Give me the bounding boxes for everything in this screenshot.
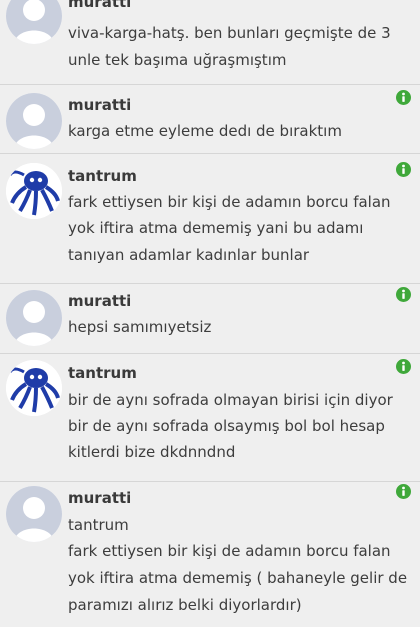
message-text: kitlerdi bize dkdnndnd: [68, 443, 236, 461]
info-icon[interactable]: [396, 484, 411, 499]
avatar[interactable]: [6, 163, 62, 219]
message-text: unle tek başıma uğraşmıştım: [68, 51, 287, 69]
octopus-avatar-icon: [6, 163, 62, 219]
post-item: muratti viva-karga-hatş. ben bunları geç…: [0, 0, 420, 85]
avatar[interactable]: [6, 93, 62, 149]
message-text: paramızı alırız belki diyorlardır): [68, 596, 302, 614]
username[interactable]: muratti: [68, 96, 131, 114]
post-item: muratti karga etme eyleme dedı de bırakt…: [0, 85, 420, 154]
message-text: yok iftira atma dememiş ( bahaneyle geli…: [68, 569, 408, 587]
message-text: yok iftira atma dememiş yani bu adamı: [68, 219, 364, 237]
username[interactable]: tantrum: [68, 167, 137, 185]
default-avatar-icon: [6, 290, 62, 346]
post-item: muratti tantrum fark ettiysen bir kişi d…: [0, 482, 420, 627]
message-text: tantrum: [68, 516, 129, 534]
info-icon[interactable]: [396, 162, 411, 177]
avatar[interactable]: [6, 486, 62, 542]
message-text: fark ettiysen bir kişi de adamın borcu f…: [68, 542, 391, 560]
message-text: viva-karga-hatş. ben bunları geçmişte de…: [68, 24, 391, 42]
default-avatar-icon: [6, 93, 62, 149]
post-item: muratti hepsi samımıyetsiz: [0, 284, 420, 354]
info-icon[interactable]: [396, 359, 411, 374]
post-item: tantrum bir de aynı sofrada olmayan biri…: [0, 354, 420, 482]
message-feed: muratti viva-karga-hatş. ben bunları geç…: [0, 0, 420, 627]
info-icon[interactable]: [396, 287, 411, 302]
message-text: fark ettiysen bir kişi de adamın borcu f…: [68, 193, 391, 211]
avatar[interactable]: [6, 0, 62, 44]
username[interactable]: tantrum: [68, 364, 137, 382]
avatar[interactable]: [6, 290, 62, 346]
message-text: tanıyan adamlar kadınlar bunlar: [68, 246, 310, 264]
message-text: hepsi samımıyetsiz: [68, 318, 212, 336]
octopus-avatar-icon: [6, 360, 62, 416]
post-item: tantrum fark ettiysen bir kişi de adamın…: [0, 154, 420, 284]
default-avatar-icon: [6, 0, 62, 44]
username[interactable]: muratti: [68, 292, 131, 310]
message-text: bir de aynı sofrada olsaymış bol bol hes…: [68, 417, 385, 435]
username[interactable]: muratti: [68, 489, 131, 507]
message-text: bir de aynı sofrada olmayan birisi için …: [68, 391, 393, 409]
avatar[interactable]: [6, 360, 62, 416]
info-icon[interactable]: [396, 90, 411, 105]
username[interactable]: muratti: [68, 0, 131, 11]
message-text: karga etme eyleme dedı de bıraktım: [68, 122, 342, 140]
default-avatar-icon: [6, 486, 62, 542]
